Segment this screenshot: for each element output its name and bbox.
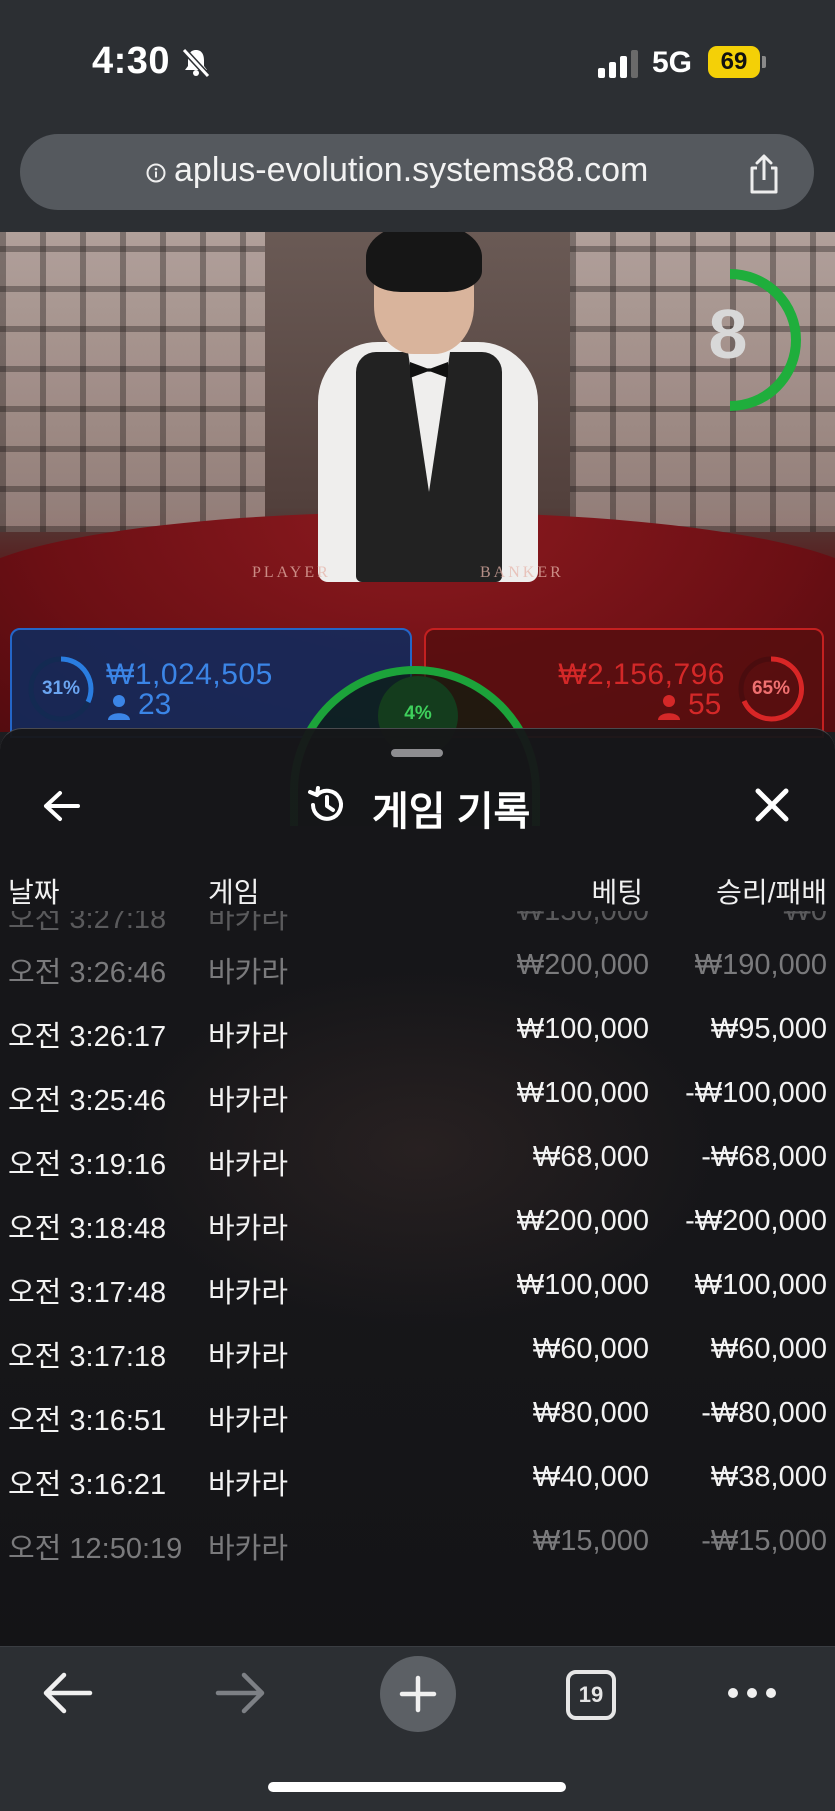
cell-date: 오전 12:50:19 — [8, 1533, 183, 1565]
column-header-date: 날짜 — [8, 877, 60, 908]
cell-game: 바카라 — [208, 957, 289, 989]
tie-percent: 4% — [404, 703, 432, 724]
cell-result: -₩68,000 — [701, 1141, 827, 1173]
cell-bet: ₩60,000 — [532, 1333, 649, 1365]
table-row[interactable]: 오전 3:26:46 바카라 ₩200,000 ₩190,000 — [0, 935, 835, 999]
cell-result: -₩15,000 — [701, 1525, 827, 1557]
table-row[interactable]: 오전 3:19:16 바카라 ₩68,000 -₩68,000 — [0, 1127, 835, 1191]
cell-date: 오전 3:17:18 — [8, 1341, 167, 1373]
player-user-icon — [108, 695, 130, 720]
cell-game: 바카라 — [208, 1085, 289, 1117]
table-row[interactable]: 오전 3:25:46 바카라 ₩100,000 -₩100,000 — [0, 1063, 835, 1127]
cell-game: 바카라 — [208, 1021, 289, 1053]
player-bettor-count: 23 — [138, 688, 172, 721]
cell-bet: ₩80,000 — [532, 1397, 649, 1429]
cell-date: 오전 3:26:17 — [8, 1021, 167, 1053]
decor-screen-left — [0, 232, 265, 532]
status-time: 4:30 — [92, 40, 171, 82]
cell-result: ₩38,000 — [710, 1461, 827, 1493]
cell-result: ₩190,000 — [694, 949, 827, 981]
battery-indicator: 69 — [708, 46, 760, 78]
cell-result: ₩0 — [783, 911, 828, 927]
cell-date: 오전 3:19:16 — [8, 1149, 167, 1181]
cell-date: 오전 3:27:18 — [8, 911, 167, 935]
column-header-result: 승리/패배 — [716, 877, 827, 908]
table-row[interactable]: 오전 3:16:51 바카라 ₩80,000 -₩80,000 — [0, 1383, 835, 1447]
cell-date: 오전 3:26:46 — [8, 957, 167, 989]
battery-tip — [762, 56, 766, 68]
cell-game: 바카라 — [208, 1277, 289, 1309]
cell-date: 오전 3:25:46 — [8, 1085, 167, 1117]
history-table[interactable]: 오전 3:27:18 바카라 ₩150,000 ₩0 오전 3:26:46 바카… — [0, 911, 835, 1571]
signal-icon — [598, 50, 638, 78]
table-row[interactable]: 오전 3:26:17 바카라 ₩100,000 ₩95,000 — [0, 999, 835, 1063]
cell-date: 오전 3:16:51 — [8, 1405, 167, 1437]
table-row[interactable]: 오전 3:18:48 바카라 ₩200,000 -₩200,000 — [0, 1191, 835, 1255]
sheet-grabber[interactable] — [391, 749, 443, 757]
cell-bet: ₩200,000 — [516, 1205, 649, 1237]
sheet-title: 게임 기록 — [372, 790, 531, 834]
cell-game: 바카라 — [208, 1533, 289, 1565]
table-row[interactable]: 오전 12:50:19 바카라 ₩15,000 -₩15,000 — [0, 1511, 835, 1571]
cell-bet: ₩15,000 — [532, 1525, 649, 1557]
dealer-hair — [366, 232, 482, 292]
history-icon — [308, 786, 343, 821]
countdown-timer: 8 — [708, 295, 748, 373]
network-type: 5G — [652, 46, 693, 79]
back-arrow-icon[interactable] — [40, 785, 82, 827]
cell-result: -₩100,000 — [685, 1077, 827, 1109]
cell-bet: ₩100,000 — [516, 1269, 649, 1301]
player-bet-amount: ₩1,024,505 — [106, 658, 273, 691]
player-percent: 31% — [41, 678, 81, 699]
cell-game: 바카라 — [208, 1469, 289, 1501]
cell-game: 바카라 — [208, 1213, 289, 1245]
cell-bet: ₩100,000 — [516, 1013, 649, 1045]
plus-icon — [399, 1675, 437, 1713]
cell-game: 바카라 — [208, 1149, 289, 1181]
tab-switcher-button[interactable]: 19 — [566, 1670, 616, 1720]
cell-result: ₩95,000 — [710, 1013, 827, 1045]
cell-bet: ₩150,000 — [516, 911, 649, 927]
info-icon[interactable] — [146, 163, 166, 183]
game-history-sheet: 게임 기록 날짜 게임 베팅 승리/패배 오전 3:27:18 바카라 ₩150… — [0, 728, 835, 1646]
cell-result: -₩200,000 — [685, 1205, 827, 1237]
share-icon[interactable] — [744, 152, 784, 196]
cell-date: 오전 3:16:21 — [8, 1469, 167, 1501]
close-icon[interactable] — [752, 785, 792, 825]
table-label-banker: BANKER — [480, 564, 564, 581]
home-indicator — [268, 1782, 566, 1792]
table-row[interactable]: 오전 3:17:18 바카라 ₩60,000 ₩60,000 — [0, 1319, 835, 1383]
cell-date: 오전 3:18:48 — [8, 1213, 167, 1245]
banker-bet-amount: ₩2,156,796 — [558, 658, 725, 691]
more-options-icon[interactable] — [726, 1686, 778, 1700]
cell-game: 바카라 — [208, 1405, 289, 1437]
nav-forward-icon[interactable] — [214, 1670, 268, 1716]
cell-bet: ₩100,000 — [516, 1077, 649, 1109]
new-tab-button[interactable] — [380, 1656, 456, 1732]
cell-bet: ₩68,000 — [532, 1141, 649, 1173]
bell-muted-icon — [181, 47, 211, 78]
banker-bettor-count: 55 — [688, 688, 722, 721]
column-header-game: 게임 — [208, 877, 260, 908]
cell-date: 오전 3:17:48 — [8, 1277, 167, 1309]
cell-result: -₩80,000 — [701, 1397, 827, 1429]
cell-bet: ₩200,000 — [516, 949, 649, 981]
column-header-bet: 베팅 — [591, 877, 643, 908]
banker-percent: 65% — [751, 678, 791, 699]
table-row[interactable]: 오전 3:16:21 바카라 ₩40,000 ₩38,000 — [0, 1447, 835, 1511]
cell-bet: ₩40,000 — [532, 1461, 649, 1493]
table-row[interactable]: 오전 3:17:48 바카라 ₩100,000 ₩100,000 — [0, 1255, 835, 1319]
cell-game: 바카라 — [208, 911, 289, 935]
url-text[interactable]: aplus-evolution.systems88.com — [174, 151, 648, 190]
cell-game: 바카라 — [208, 1341, 289, 1373]
banker-user-icon — [658, 695, 680, 720]
cell-result: ₩60,000 — [710, 1333, 827, 1365]
nav-back-icon[interactable] — [40, 1670, 94, 1716]
cell-result: ₩100,000 — [694, 1269, 827, 1301]
table-label-player: PLAYER — [252, 564, 331, 581]
